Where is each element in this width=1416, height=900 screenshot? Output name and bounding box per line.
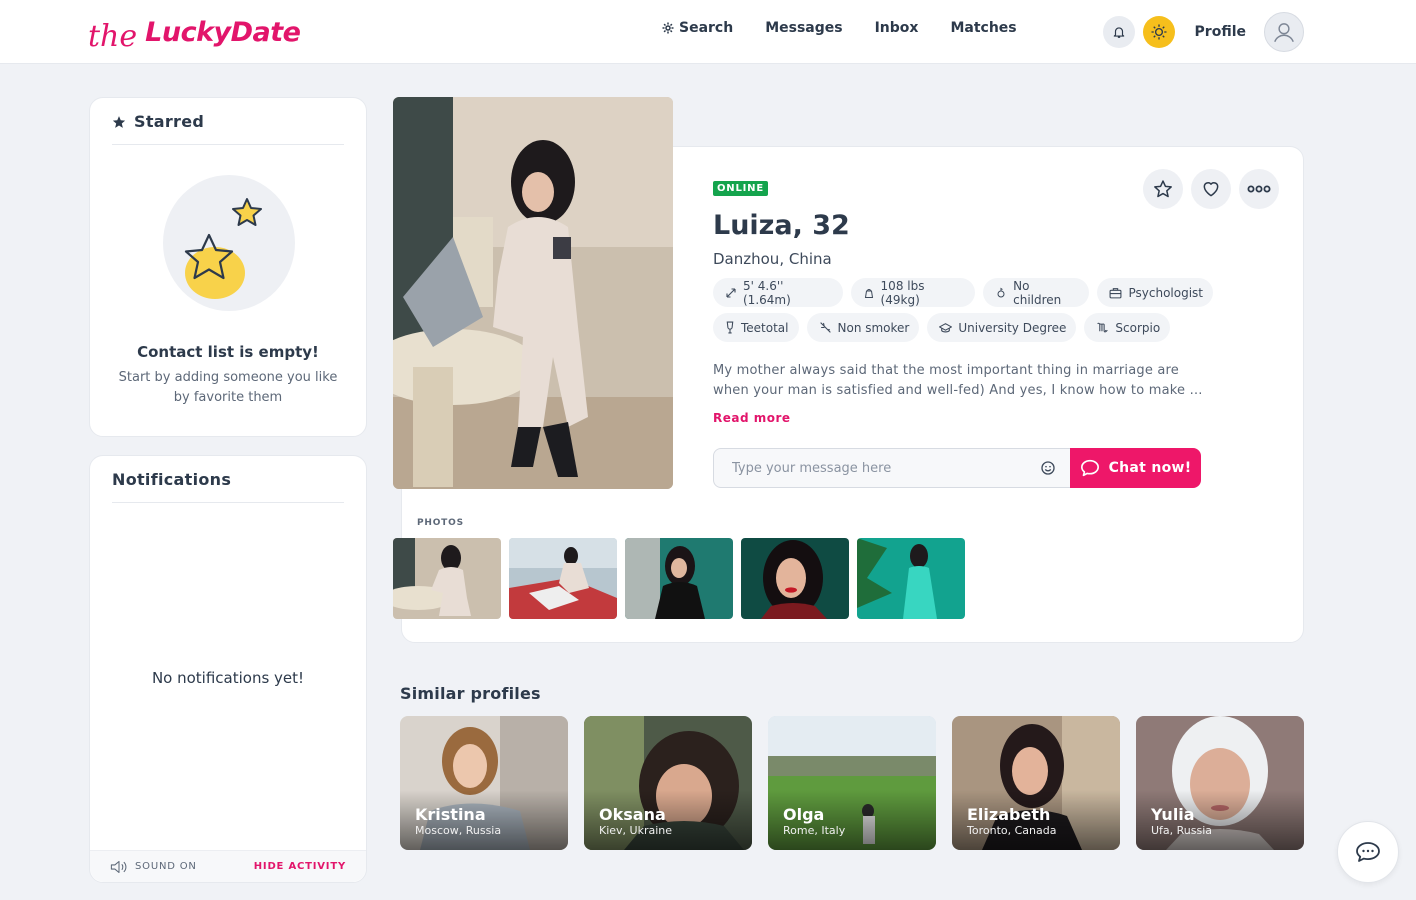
message-box	[713, 448, 1073, 488]
notifications-footer: SOUND ON HIDE ACTIVITY	[90, 850, 366, 882]
chat-now-button[interactable]: Chat now!	[1070, 448, 1201, 488]
similar-profile-card[interactable]: Oksana Kiev, Ukraine	[584, 716, 752, 850]
chat-bubble-icon	[1080, 459, 1099, 477]
theme-toggle-button[interactable]	[1142, 16, 1175, 48]
chat-now-label: Chat now!	[1108, 460, 1192, 476]
similar-profile-card[interactable]: Olga Rome, Italy	[768, 716, 936, 850]
similar-profile-card[interactable]: Kristina Moscow, Russia	[400, 716, 568, 850]
top-header: the LuckyDate Search Messages Inbox Matc…	[0, 0, 1416, 64]
heart-icon	[1203, 182, 1219, 197]
similar-profile-location: Toronto, Canada	[967, 824, 1057, 837]
notifications-header: Notifications	[112, 470, 344, 503]
notifications-title: Notifications	[112, 470, 232, 489]
weight-icon	[864, 288, 873, 298]
glass-icon	[726, 321, 734, 334]
height-icon	[726, 287, 736, 298]
children-icon	[997, 287, 1005, 297]
profile-details-row-2: Teetotal Non smoker University Degree Sc…	[713, 313, 1213, 342]
logo-the: the	[88, 18, 138, 54]
similar-profile-name: Yulia	[1151, 805, 1195, 824]
photo-thumbnails	[393, 538, 965, 619]
detail-education: University Degree	[927, 313, 1077, 342]
similar-profile-location: Rome, Italy	[783, 824, 846, 837]
similar-profiles-title: Similar profiles	[400, 684, 541, 703]
similar-profile-name: Kristina	[415, 805, 486, 824]
nav-messages[interactable]: Messages	[765, 20, 842, 36]
photo-thumbnail[interactable]	[393, 538, 501, 619]
chat-icon	[1356, 842, 1380, 862]
detail-height: 5' 4.6'' (1.64m)	[713, 278, 843, 307]
sun-icon	[1151, 24, 1167, 40]
profile-link[interactable]: Profile	[1195, 24, 1246, 40]
detail-drinking: Teetotal	[713, 313, 799, 342]
starred-card: Starred Contact list is empty! Start by …	[89, 97, 367, 437]
main-profile-photo[interactable]	[393, 97, 673, 489]
nav-inbox[interactable]: Inbox	[875, 20, 919, 36]
similar-profile-location: Kiev, Ukraine	[599, 824, 673, 837]
similar-profile-location: Moscow, Russia	[415, 824, 502, 837]
detail-weight: 108 lbs (49kg)	[850, 278, 976, 307]
like-button[interactable]	[1191, 169, 1231, 209]
photos-label: PHOTOS	[417, 518, 464, 528]
starred-empty-title: Contact list is empty!	[137, 343, 319, 361]
detail-smoking: Non smoker	[806, 313, 920, 342]
read-more-link[interactable]: Read more	[713, 411, 791, 425]
nav-matches[interactable]: Matches	[950, 20, 1016, 36]
similar-profile-location: Ufa, Russia	[1151, 824, 1213, 837]
similar-profile-name: Oksana	[599, 805, 666, 824]
main-nav: Search Messages Inbox Matches	[662, 20, 1017, 36]
more-icon	[1247, 185, 1271, 193]
profile-name-age: Luiza, 32	[713, 210, 850, 241]
starred-header: Starred	[112, 112, 344, 145]
notifications-empty: No notifications yet!	[151, 669, 305, 687]
hide-activity-link[interactable]: HIDE ACTIVITY	[254, 861, 346, 872]
photo-thumbnail[interactable]	[509, 538, 617, 619]
starred-empty-subtitle: Start by adding someone you like by favo…	[118, 370, 338, 405]
profile-details-row-1: 5' 4.6'' (1.64m) 108 lbs (49kg) No child…	[713, 278, 1213, 307]
notifications-button[interactable]	[1102, 16, 1135, 48]
detail-children: No children	[983, 278, 1090, 307]
star-icon	[112, 115, 126, 128]
photo-thumbnail[interactable]	[857, 538, 965, 619]
nav-search-label: Search	[679, 20, 734, 36]
similar-profiles-list: Kristina Moscow, Russia Oksana Kiev, Ukr…	[400, 716, 1304, 850]
gear-icon	[662, 22, 674, 34]
header-actions: Profile	[1102, 12, 1304, 52]
message-input[interactable]	[714, 449, 1034, 487]
emoji-icon[interactable]	[1040, 460, 1056, 476]
speaker-icon	[110, 860, 127, 873]
detail-occupation: Psychologist	[1097, 278, 1213, 307]
profile-location: Danzhou, China	[713, 250, 832, 268]
no-smoking-icon	[819, 322, 831, 333]
profile-actions	[1143, 169, 1279, 209]
photo-thumbnail[interactable]	[741, 538, 849, 619]
star-outline-icon	[1154, 180, 1172, 198]
more-options-button[interactable]	[1239, 169, 1279, 209]
similar-profile-name: Elizabeth	[967, 805, 1051, 824]
user-icon	[1274, 23, 1294, 43]
similar-profile-card[interactable]: Yulia Ufa, Russia	[1136, 716, 1304, 850]
zodiac-icon	[1097, 322, 1109, 333]
logo[interactable]: the LuckyDate	[88, 10, 301, 54]
sound-label: SOUND ON	[135, 861, 197, 872]
briefcase-icon	[1110, 287, 1122, 298]
graduation-icon	[939, 322, 953, 332]
floating-chat-button[interactable]	[1337, 821, 1399, 883]
sound-toggle[interactable]: SOUND ON	[110, 860, 197, 874]
favorite-button[interactable]	[1143, 169, 1183, 209]
stars-illustration	[163, 175, 295, 311]
notifications-card: Notifications No notifications yet! SOUN…	[89, 455, 367, 883]
profile-bio: My mother always said that the most impo…	[713, 363, 1203, 398]
starred-title: Starred	[134, 112, 205, 131]
similar-profile-name: Olga	[783, 805, 825, 824]
similar-profile-card[interactable]: Elizabeth Toronto, Canada	[952, 716, 1120, 850]
photo-thumbnail[interactable]	[625, 538, 733, 619]
detail-zodiac: Scorpio	[1084, 313, 1171, 342]
nav-search[interactable]: Search	[662, 20, 733, 36]
logo-brand: LuckyDate	[145, 16, 301, 48]
avatar[interactable]	[1264, 12, 1304, 52]
main-photo-image	[393, 97, 673, 489]
bell-icon	[1113, 27, 1124, 38]
online-badge: ONLINE	[713, 181, 768, 196]
